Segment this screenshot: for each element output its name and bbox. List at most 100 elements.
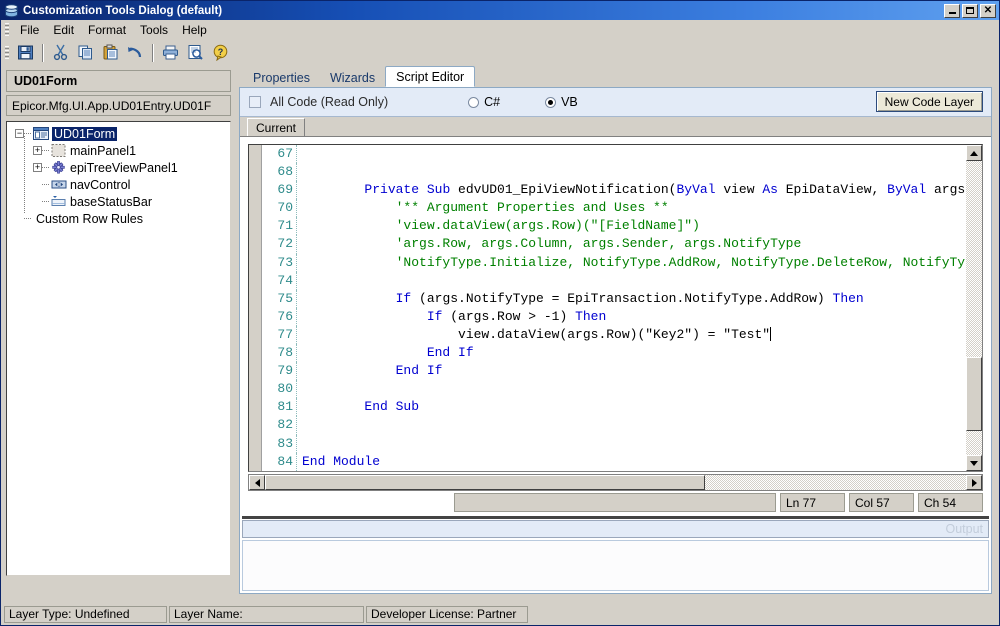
editor-vertical-scrollbar[interactable] [966, 145, 982, 471]
tree-connector-dots [42, 183, 49, 186]
code-line[interactable]: 67 [262, 145, 966, 164]
minimize-button[interactable] [944, 3, 960, 18]
code-line[interactable]: 77 view.dataView(args.Row)("Key2") = "Te… [262, 325, 966, 345]
code-line-text: End If [426, 345, 474, 361]
tree-leaf-spacer [33, 180, 42, 189]
tab-wizards[interactable]: Wizards [320, 69, 385, 87]
code-line[interactable]: 69 Private Sub edvUD01_EpiViewNotificati… [262, 181, 966, 200]
tree-item-ud01form[interactable]: − UD01Form [9, 125, 228, 142]
code-line-text: If (args.Row > -1) Then [426, 308, 607, 324]
tab-properties[interactable]: Properties [243, 69, 320, 87]
code-line[interactable]: 82 [262, 416, 966, 435]
output-text-area[interactable] [242, 540, 989, 591]
radio-vb-dot[interactable] [545, 96, 557, 108]
copy-icon[interactable] [74, 42, 97, 64]
all-code-checkbox[interactable] [249, 96, 261, 108]
menu-edit[interactable]: Edit [46, 21, 81, 39]
status-column: Col 57 [849, 493, 914, 512]
tree-item-mainpanel1[interactable]: + mainPanel1 [9, 142, 228, 159]
menu-help[interactable]: Help [175, 21, 214, 39]
menu-tools[interactable]: Tools [133, 21, 175, 39]
print-preview-icon[interactable] [184, 42, 207, 64]
code-line[interactable]: 84 End Module [262, 452, 966, 471]
app-database-icon [4, 3, 19, 18]
toolbar-grip[interactable] [5, 45, 9, 60]
code-text-area[interactable]: 67 68 69 Private Sub edvUD01_EpiViewNotifi… [262, 145, 966, 471]
panel-icon [51, 143, 67, 158]
scroll-up-button[interactable] [966, 145, 982, 161]
radio-csharp-dot[interactable] [468, 96, 480, 108]
undo-icon[interactable] [124, 42, 147, 64]
scroll-down-button[interactable] [966, 455, 982, 471]
code-line-text: End Sub [364, 399, 420, 415]
code-line-number: 80 [277, 381, 293, 397]
code-line[interactable]: 83 [262, 434, 966, 453]
tab-script-editor[interactable]: Script Editor [385, 66, 476, 87]
code-line[interactable]: 74 [262, 271, 966, 290]
tree-expander-expand[interactable]: + [33, 163, 42, 172]
status-layer-name: Layer Name: [169, 605, 364, 623]
code-editor[interactable]: 67 68 69 Private Sub edvUD01_EpiViewNotifi… [248, 144, 983, 472]
tab-current-layer[interactable]: Current [247, 118, 306, 136]
code-line-number: 82 [277, 417, 293, 433]
nav-control-icon [51, 178, 67, 192]
code-line[interactable]: 71 'view.dataView(args.Row)("[FieldName]… [262, 217, 966, 236]
title-bar: Customization Tools Dialog (default) ✕ [1, 1, 999, 20]
status-filler [454, 493, 776, 512]
code-line[interactable]: 75 If (args.NotifyType = EpiTransaction.… [262, 289, 966, 308]
code-line-number: 72 [277, 236, 293, 252]
scroll-right-button[interactable] [966, 475, 982, 490]
component-tree[interactable]: − UD01Form + mainPanel1 + epiTreeViewPan… [6, 121, 231, 576]
toolbar: ? [1, 39, 999, 66]
scroll-left-button[interactable] [249, 475, 265, 490]
menu-grip[interactable] [5, 22, 9, 37]
code-line[interactable]: 79 End If [262, 362, 966, 381]
tree-item-basestatusbar[interactable]: baseStatusBar [9, 193, 228, 210]
maximize-button[interactable] [962, 3, 978, 18]
output-splitter[interactable] [242, 516, 989, 519]
tree-expander-collapse[interactable]: − [15, 129, 24, 138]
code-line-number: 78 [277, 345, 293, 361]
menu-file[interactable]: File [13, 21, 46, 39]
status-bar-icon [51, 195, 67, 209]
horizontal-scroll-thumb[interactable] [265, 475, 705, 490]
code-line[interactable]: 72 'args.Row, args.Column, args.Sender, … [262, 235, 966, 254]
code-line-text: If (args.NotifyType = EpiTransaction.Not… [395, 290, 864, 306]
print-icon[interactable] [159, 42, 182, 64]
code-line[interactable]: 73 'NotifyType.Initialize, NotifyType.Ad… [262, 253, 966, 272]
code-line[interactable]: 68 [262, 163, 966, 182]
code-line-text: view.dataView(args.Row)("Key2") = "Test" [302, 326, 772, 342]
code-line[interactable]: 76 If (args.Row > -1) Then [262, 307, 966, 326]
tree-item-epitreeviewpanel1[interactable]: + epiTreeViewPanel1 [9, 159, 228, 176]
cut-icon[interactable] [49, 42, 72, 64]
code-line[interactable]: 78 End If [262, 344, 966, 363]
help-icon[interactable]: ? [209, 42, 232, 64]
code-line[interactable]: 80 [262, 380, 966, 399]
chevron-up-icon [970, 150, 978, 156]
menu-format[interactable]: Format [81, 21, 133, 39]
code-line-number: 79 [277, 363, 293, 379]
status-line: Ln 77 [780, 493, 845, 512]
tab-strip: Properties Wizards Script Editor [235, 66, 998, 87]
radio-csharp[interactable]: C# [468, 95, 500, 109]
close-button[interactable]: ✕ [980, 3, 996, 18]
radio-csharp-label: C# [484, 95, 501, 109]
code-line[interactable]: 70 '** Argument Properties and Uses ** [262, 199, 966, 218]
vertical-scroll-thumb[interactable] [966, 357, 982, 431]
editor-horizontal-scrollbar[interactable] [248, 474, 983, 491]
code-line-number: 81 [277, 399, 293, 415]
code-line[interactable]: 81 End Sub [262, 398, 966, 417]
save-icon[interactable] [14, 42, 37, 64]
code-line-text: End If [395, 363, 443, 379]
paste-icon[interactable] [99, 42, 122, 64]
tree-item-custom-row-rules[interactable]: Custom Row Rules [9, 210, 228, 227]
window-status-bar: Layer Type: Undefined Layer Name: Develo… [2, 604, 998, 624]
tree-connector-dots [24, 217, 31, 220]
left-panel: UD01Form Epicor.Mfg.UI.App.UD01Entry.UD0… [2, 67, 235, 594]
radio-vb[interactable]: VB [545, 95, 578, 109]
tree-expander-expand[interactable]: + [33, 146, 42, 155]
new-code-layer-button[interactable]: New Code Layer [875, 91, 983, 112]
all-code-label: All Code (Read Only) [270, 95, 389, 109]
tree-item-navcontrol[interactable]: navControl [9, 176, 228, 193]
